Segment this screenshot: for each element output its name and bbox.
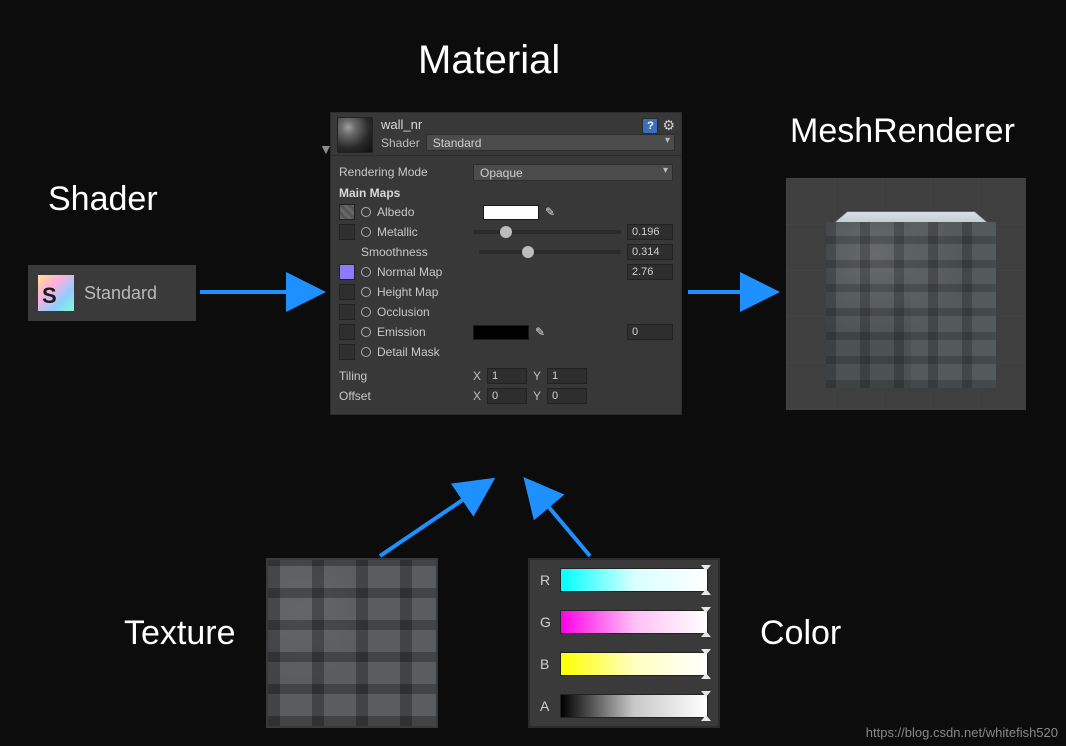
tiling-x[interactable]: 1 <box>487 368 527 384</box>
material-inspector: ▼ wall_nr Shader Standard ? ⚙ Rendering … <box>330 112 682 415</box>
emission-color-field[interactable] <box>473 325 529 340</box>
emission-radio-icon <box>361 327 371 337</box>
label-meshrenderer: MeshRenderer <box>790 112 1015 151</box>
gear-icon[interactable]: ⚙ <box>662 117 675 134</box>
tiling-label: Tiling <box>339 369 467 383</box>
metallic-value[interactable]: 0.196 <box>627 224 673 240</box>
foldout-icon[interactable]: ▼ <box>319 141 333 157</box>
cube-mesh <box>826 196 996 396</box>
normal-radio-icon <box>361 267 371 277</box>
shader-dropdown[interactable]: Standard <box>426 134 675 151</box>
eyedropper-icon[interactable]: ✎ <box>545 205 555 219</box>
meshrenderer-preview <box>786 178 1026 410</box>
label-color: Color <box>760 614 841 653</box>
shader-asset-name: Standard <box>84 283 157 304</box>
channel-b-ramp[interactable] <box>560 652 708 676</box>
albedo-radio-icon <box>361 207 371 217</box>
emission-label: Emission <box>377 325 467 339</box>
smoothness-value[interactable]: 0.314 <box>627 244 673 260</box>
detail-mask-texture-slot[interactable] <box>339 344 355 360</box>
emission-value[interactable]: 0 <box>627 324 673 340</box>
occlusion-radio-icon <box>361 307 371 317</box>
occlusion-texture-slot[interactable] <box>339 304 355 320</box>
label-material: Material <box>418 38 560 83</box>
normal-map-value[interactable]: 2.76 <box>627 264 673 280</box>
detail-mask-label: Detail Mask <box>377 345 505 359</box>
albedo-color-field[interactable] <box>483 205 539 220</box>
albedo-label: Albedo <box>377 205 477 219</box>
help-icon[interactable]: ? <box>642 118 658 134</box>
height-radio-icon <box>361 287 371 297</box>
height-map-label: Height Map <box>377 285 505 299</box>
smoothness-label: Smoothness <box>361 245 473 259</box>
axis-y-label: Y <box>533 389 541 403</box>
normal-map-label: Normal Map <box>377 265 477 279</box>
channel-b-label: B <box>540 656 554 672</box>
material-preview-sphere <box>337 117 373 153</box>
tiling-y[interactable]: 1 <box>547 368 587 384</box>
material-name: wall_nr <box>381 117 675 132</box>
metallic-slider[interactable] <box>473 230 621 234</box>
rendering-mode-dropdown[interactable]: Opaque <box>473 164 673 181</box>
source-watermark: https://blog.csdn.net/whitefish520 <box>866 725 1058 740</box>
shader-file-icon: S <box>38 275 74 311</box>
channel-a-label: A <box>540 698 554 714</box>
normal-map-texture-slot[interactable] <box>339 264 355 280</box>
color-picker-preview[interactable]: R G B A <box>528 558 720 728</box>
offset-y[interactable]: 0 <box>547 388 587 404</box>
metallic-radio-icon <box>361 227 371 237</box>
metallic-label: Metallic <box>377 225 467 239</box>
shader-field-label: Shader <box>381 136 420 150</box>
axis-x-label: X <box>473 369 481 383</box>
label-texture: Texture <box>124 614 236 653</box>
axis-x-label: X <box>473 389 481 403</box>
height-map-texture-slot[interactable] <box>339 284 355 300</box>
smoothness-slider[interactable] <box>479 250 621 254</box>
albedo-texture-slot[interactable] <box>339 204 355 220</box>
texture-asset-preview[interactable] <box>266 558 438 728</box>
emission-texture-slot[interactable] <box>339 324 355 340</box>
axis-y-label: Y <box>533 369 541 383</box>
channel-g-ramp[interactable] <box>560 610 708 634</box>
offset-label: Offset <box>339 389 467 403</box>
rendering-mode-label: Rendering Mode <box>339 165 467 179</box>
label-shader: Shader <box>48 180 158 219</box>
metallic-texture-slot[interactable] <box>339 224 355 240</box>
channel-r-ramp[interactable] <box>560 568 708 592</box>
channel-a-ramp[interactable] <box>560 694 708 718</box>
eyedropper-icon[interactable]: ✎ <box>535 325 545 339</box>
detail-radio-icon <box>361 347 371 357</box>
channel-r-label: R <box>540 572 554 588</box>
main-maps-section: Main Maps <box>339 186 673 200</box>
occlusion-label: Occlusion <box>377 305 505 319</box>
shader-asset-chip[interactable]: S Standard <box>28 265 196 321</box>
channel-g-label: G <box>540 614 554 630</box>
offset-x[interactable]: 0 <box>487 388 527 404</box>
